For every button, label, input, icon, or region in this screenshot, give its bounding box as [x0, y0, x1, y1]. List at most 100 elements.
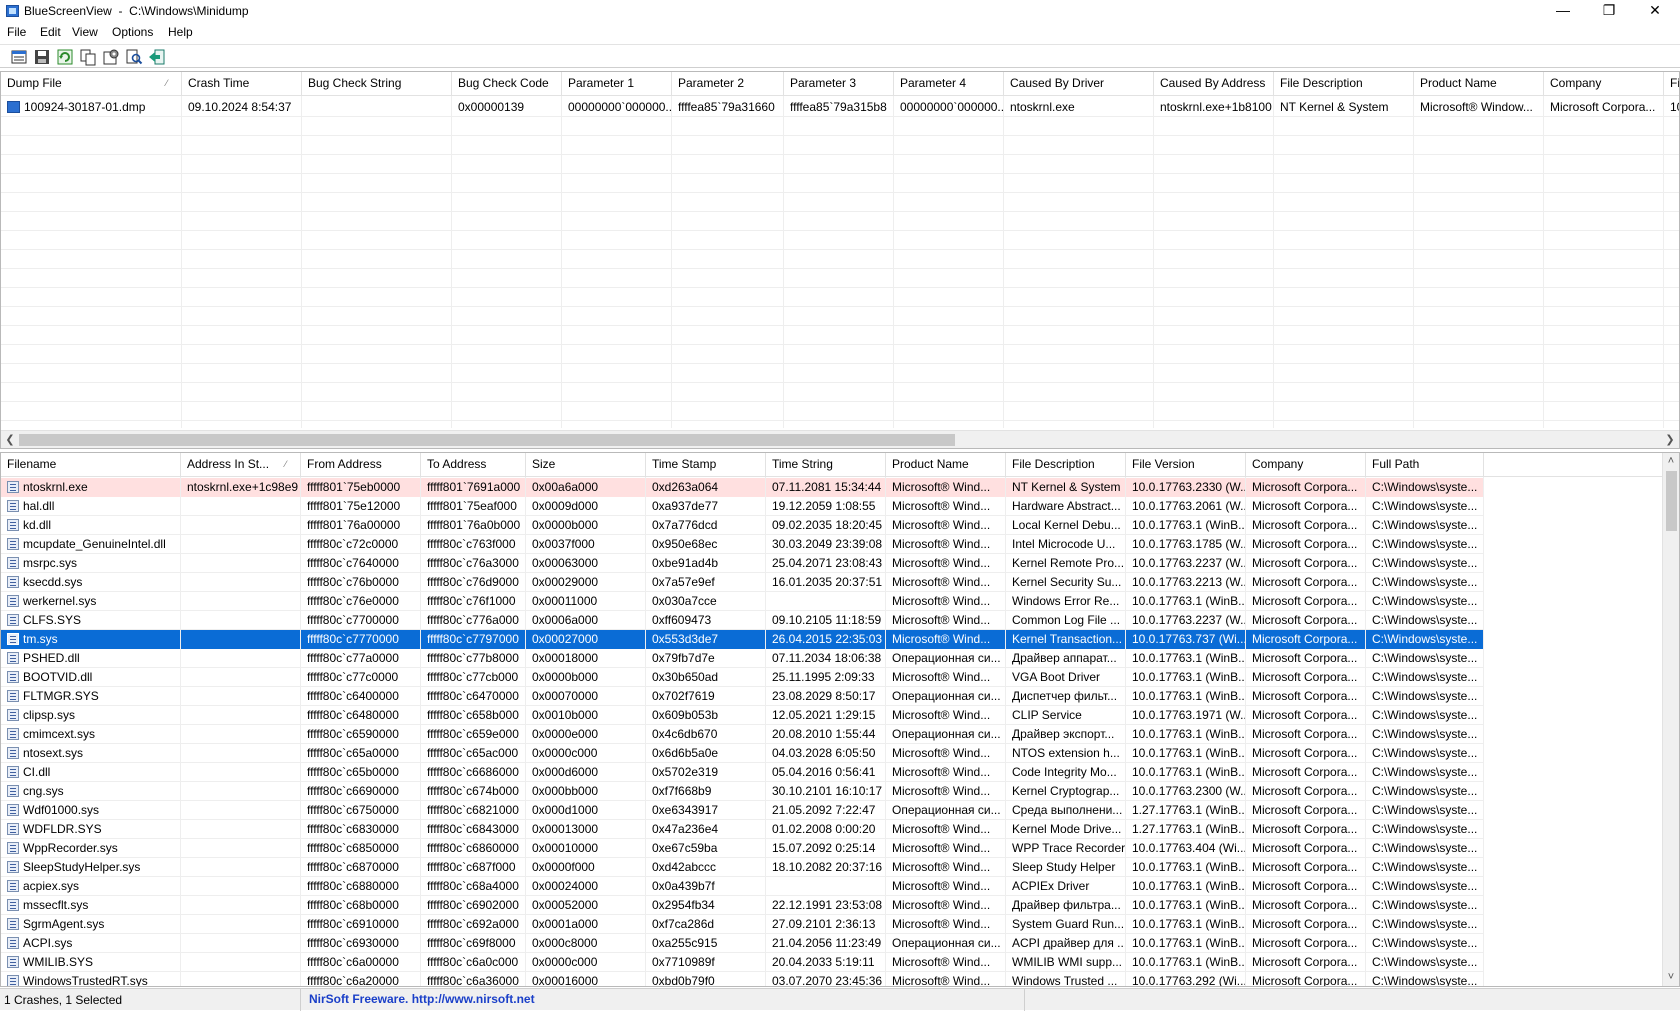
driver-row[interactable]: CLFS.SYS fffff80c`c7700000 fffff80c`c776a0…	[1, 611, 1484, 630]
driver-row[interactable]: CI.dll fffff80c`c65b0000 fffff80c`c6686000…	[1, 763, 1484, 782]
driver-column-header[interactable]: From Address	[301, 453, 421, 477]
driver-row[interactable]: WMILIB.SYS fffff80c`c6a00000 fffff80c`c6a0…	[1, 953, 1484, 972]
driver-cell: 07.11.2034 18:06:38	[766, 649, 885, 668]
dump-column-header[interactable]: Parameter 1	[562, 72, 672, 96]
driver-cell-text: fffff80c`c7770000	[307, 632, 399, 646]
refresh-icon[interactable]	[56, 48, 74, 66]
driver-row[interactable]: ksecdd.sys fffff80c`c76b0000 fffff80c`c76d…	[1, 573, 1484, 592]
dump-column-header[interactable]: Parameter 2	[672, 72, 784, 96]
driver-cell: Microsoft® Wind...	[886, 516, 1005, 535]
driver-cell-text: CLIP Service	[1012, 708, 1082, 722]
dump-column-header[interactable]: Caused By Address	[1154, 72, 1274, 96]
driver-row[interactable]: clipsp.sys fffff80c`c6480000 fffff80c`c658…	[1, 706, 1484, 725]
close-button[interactable]: ✕	[1632, 0, 1678, 22]
dump-column-header[interactable]: Bug Check Code	[452, 72, 562, 96]
exit-icon[interactable]	[148, 48, 166, 66]
driver-cell: 0x6d6b5a0e	[646, 744, 765, 763]
driver-row[interactable]: BOOTVID.dll fffff80c`c77c0000 fffff80c`c77…	[1, 668, 1484, 687]
driver-row[interactable]: ACPI.sys fffff80c`c6930000 fffff80c`c69f80…	[1, 934, 1484, 953]
driver-row[interactable]: cmimcext.sys fffff80c`c6590000 fffff80c`c6…	[1, 725, 1484, 744]
driver-row[interactable]: WppRecorder.sys fffff80c`c6850000 fffff80c…	[1, 839, 1484, 858]
driver-cell: fffff80c`c69f8000	[421, 934, 525, 953]
restore-button[interactable]: ❐	[1586, 0, 1632, 22]
driver-cell: C:\Windows\syste...	[1366, 877, 1483, 896]
menu-options[interactable]: Options	[112, 25, 153, 39]
driver-column-header[interactable]: To Address	[421, 453, 526, 477]
window-title: BlueScreenView - C:\Windows\Minidump	[24, 4, 249, 18]
dump-cell: ffffea85`79a315b8	[784, 98, 893, 117]
copy-icon[interactable]	[79, 48, 97, 66]
driver-row[interactable]: hal.dll fffff801`75e12000 fffff801`75eaf00…	[1, 497, 1484, 516]
driver-cell-text: Драйвер аппарат...	[1012, 651, 1117, 665]
dump-column-header[interactable]: Crash Time	[182, 72, 302, 96]
driver-row[interactable]: SleepStudyHelper.sys fffff80c`c6870000 fff…	[1, 858, 1484, 877]
driver-row[interactable]: mssecflt.sys fffff80c`c68b0000 fffff80c`c6…	[1, 896, 1484, 915]
driver-column-header[interactable]: File Version	[1126, 453, 1246, 477]
scrollbar-thumb[interactable]	[1666, 471, 1677, 531]
driver-row[interactable]: acpiex.sys fffff80c`c6880000 fffff80c`c68a…	[1, 877, 1484, 896]
driver-row[interactable]: mcupdate_GenuineIntel.dll fffff80c`c72c00…	[1, 535, 1484, 554]
driver-column-header[interactable]: Filename	[1, 453, 181, 477]
vertical-scrollbar[interactable]: ˄ ˅	[1662, 453, 1679, 986]
driver-column-header[interactable]: Company	[1246, 453, 1366, 477]
driver-column-header[interactable]: Time Stamp	[646, 453, 766, 477]
dump-cell-text: 00000000`000000...	[900, 100, 1003, 114]
nirsoft-link[interactable]: NirSoft Freeware. http://www.nirsoft.net	[300, 989, 1025, 1011]
driver-row[interactable]: ntoskrnl.exe ntoskrnl.exe+1c98e9 fffff801`…	[1, 478, 1484, 497]
scroll-right-icon[interactable]: ❯	[1661, 432, 1679, 448]
driver-column-header[interactable]: Size	[526, 453, 646, 477]
driver-cell-text: Microsoft® Wind...	[892, 841, 991, 855]
driver-cell: 0x0000c000	[526, 744, 645, 763]
scroll-left-icon[interactable]: ❮	[1, 432, 19, 448]
driver-row[interactable]: SgrmAgent.sys fffff80c`c6910000 fffff80c`c…	[1, 915, 1484, 934]
find-icon[interactable]	[125, 48, 143, 66]
driver-row[interactable]: tm.sys fffff80c`c7770000 fffff80c`c7797000…	[1, 630, 1484, 649]
menu-help[interactable]: Help	[168, 25, 193, 39]
driver-row[interactable]: ntosext.sys fffff80c`c65a0000 fffff80c`c65…	[1, 744, 1484, 763]
scrollbar-thumb[interactable]	[19, 434, 955, 446]
menu-view[interactable]: View	[72, 25, 98, 39]
save-icon[interactable]	[33, 48, 51, 66]
grid-line	[451, 96, 452, 428]
driver-column-header[interactable]: Full Path	[1366, 453, 1484, 477]
driver-column-header[interactable]: File Description	[1006, 453, 1126, 477]
driver-row[interactable]: WindowsTrustedRT.sys fffff80c`c6a20000 fff…	[1, 972, 1484, 986]
dump-column-header[interactable]: Company	[1544, 72, 1664, 96]
menu-edit[interactable]: Edit	[40, 25, 61, 39]
dump-list[interactable]: Dump File ⁄ Crash Time Bug Check String Bug …	[0, 71, 1680, 449]
scroll-up-icon[interactable]: ˄	[1663, 453, 1679, 469]
horizontal-scrollbar[interactable]: ❮ ❯	[1, 430, 1679, 448]
dump-column-header[interactable]: Product Name	[1414, 72, 1544, 96]
driver-row[interactable]: werkernel.sys fffff80c`c76e0000 fffff80c`c…	[1, 592, 1484, 611]
dump-column-header[interactable]: Caused By Driver	[1004, 72, 1154, 96]
driver-list[interactable]: Filename Address In St... ⁄ From Address To …	[0, 452, 1680, 987]
driver-cell: 22.12.1991 23:53:08	[766, 896, 885, 915]
dump-column-header[interactable]: File Description	[1274, 72, 1414, 96]
properties-icon[interactable]	[10, 48, 28, 66]
dump-row[interactable]: 100924-30187-01.dmp 09.10.2024 8:54:37 0x0…	[1, 98, 1679, 117]
driver-row[interactable]: FLTMGR.SYS fffff80c`c6400000 fffff80c`c647…	[1, 687, 1484, 706]
driver-column-header[interactable]: Address In St...	[181, 453, 301, 477]
dump-column-header[interactable]: Fil	[1664, 72, 1679, 96]
driver-row[interactable]: kd.dll fffff801`76a00000 fffff801`76a0b000…	[1, 516, 1484, 535]
driver-column-header[interactable]: Time String	[766, 453, 886, 477]
dump-column-header[interactable]: Dump File	[1, 72, 182, 96]
driver-cell: C:\Windows\syste...	[1366, 478, 1483, 497]
driver-row[interactable]: WDFLDR.SYS fffff80c`c6830000 fffff80c`c684…	[1, 820, 1484, 839]
dump-column-header[interactable]: Bug Check String	[302, 72, 452, 96]
driver-row[interactable]: PSHED.dll fffff80c`c77a0000 fffff80c`c77b8…	[1, 649, 1484, 668]
driver-cell-text: ACPI драйвер для ...	[1012, 936, 1125, 950]
driver-column-header[interactable]: Product Name	[886, 453, 1006, 477]
driver-row[interactable]: cng.sys fffff80c`c6690000 fffff80c`c674b00…	[1, 782, 1484, 801]
driver-cell-text: 0xa255c915	[652, 936, 718, 950]
minimize-button[interactable]: —	[1540, 0, 1586, 22]
menu-file[interactable]: File	[7, 25, 26, 39]
options-icon[interactable]	[102, 48, 120, 66]
scroll-down-icon[interactable]: ˅	[1663, 969, 1679, 985]
driver-cell	[181, 706, 300, 725]
dump-column-header[interactable]: Parameter 4	[894, 72, 1004, 96]
dump-column-header[interactable]: Parameter 3	[784, 72, 894, 96]
driver-row[interactable]: Wdf01000.sys fffff80c`c6750000 fffff80c`c6…	[1, 801, 1484, 820]
dump-cell: 00000000`000000...	[562, 98, 671, 117]
driver-row[interactable]: msrpc.sys fffff80c`c7640000 fffff80c`c76a3…	[1, 554, 1484, 573]
